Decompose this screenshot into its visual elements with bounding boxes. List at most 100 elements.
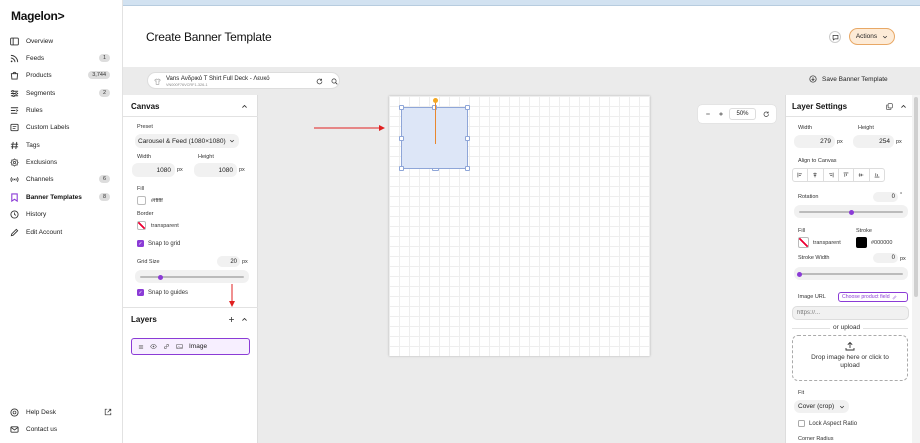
zoom-level[interactable]: 50% bbox=[729, 108, 756, 120]
zoom-out-icon[interactable] bbox=[705, 111, 711, 117]
preview-product-selector[interactable]: Vans Ανδρικό T Shirt Full Deck - Λευκό V… bbox=[147, 72, 340, 89]
drag-handle-icon[interactable] bbox=[138, 344, 144, 350]
editor-workspace[interactable]: 50% bbox=[258, 95, 782, 443]
preset-select[interactable]: Carousel & Feed (1080×1080) bbox=[135, 134, 239, 148]
layer-height-input[interactable]: 254 bbox=[853, 135, 894, 148]
image-layer-icon bbox=[176, 343, 183, 350]
layer-item[interactable]: Image bbox=[131, 338, 250, 355]
layer-width-input[interactable]: 279 bbox=[794, 135, 835, 148]
nav-label: Rules bbox=[26, 106, 43, 114]
actions-button[interactable]: Actions bbox=[849, 28, 895, 45]
segments-icon bbox=[10, 89, 19, 97]
resize-handle[interactable] bbox=[399, 166, 404, 171]
stroke-width-label: Stroke Width bbox=[798, 255, 830, 261]
nav-item-edit-account[interactable]: Edit Account bbox=[10, 225, 114, 239]
resize-handle[interactable] bbox=[465, 166, 470, 171]
layer-width-value: 279 bbox=[820, 138, 831, 145]
align-right-button[interactable] bbox=[824, 169, 839, 181]
selected-image-layer[interactable] bbox=[399, 98, 470, 171]
resize-handle[interactable] bbox=[399, 105, 404, 110]
canvas-height-value: 1080 bbox=[218, 166, 233, 174]
nav-item-help-desk[interactable]: Help Desk bbox=[10, 405, 114, 419]
annotation-arrow-down bbox=[229, 284, 235, 307]
unit-px: px bbox=[896, 139, 902, 145]
nav-item-contact-us[interactable]: Contact us bbox=[10, 422, 114, 436]
external-link-icon bbox=[104, 408, 112, 416]
zoom-in-icon[interactable] bbox=[718, 111, 724, 117]
grid-size-slider-knob[interactable] bbox=[158, 274, 164, 280]
nav-item-tags[interactable]: Tags bbox=[10, 138, 114, 152]
layer-fill-value: transparent bbox=[813, 240, 841, 246]
snap-to-grid-checkbox[interactable]: ✓ bbox=[137, 240, 144, 247]
nav-item-segments[interactable]: Segments 2 bbox=[10, 86, 114, 100]
nav-item-channels[interactable]: Channels 6 bbox=[10, 172, 114, 186]
nav-item-history[interactable]: History bbox=[10, 207, 114, 221]
rotation-input[interactable]: 0 bbox=[873, 192, 898, 202]
refresh-icon[interactable] bbox=[316, 78, 323, 85]
chevron-up-icon[interactable] bbox=[900, 103, 907, 110]
rotation-guide-line bbox=[435, 100, 436, 144]
fit-select[interactable]: Cover (crop) bbox=[794, 400, 849, 413]
scrollbar-thumb[interactable] bbox=[914, 97, 918, 297]
nav-item-banner-templates[interactable]: Banner Templates 8 bbox=[10, 190, 114, 204]
link-icon[interactable] bbox=[163, 343, 170, 350]
canvas-artboard[interactable] bbox=[389, 96, 650, 356]
rotation-handle[interactable] bbox=[433, 98, 438, 103]
align-left-button[interactable] bbox=[793, 169, 809, 181]
stroke-width-slider[interactable] bbox=[799, 273, 903, 275]
image-dropzone[interactable]: Drop image here or click to upload bbox=[792, 335, 908, 381]
reset-zoom-icon[interactable] bbox=[763, 111, 770, 118]
resize-handle[interactable] bbox=[432, 168, 439, 171]
chevron-up-icon[interactable] bbox=[241, 316, 248, 323]
settings-scrollbar[interactable] bbox=[912, 95, 920, 443]
align-top-button[interactable] bbox=[839, 169, 855, 181]
app-logo[interactable]: Magelon> bbox=[11, 9, 65, 23]
grid-size-input[interactable]: 20 bbox=[217, 256, 240, 267]
dropzone-text: Drop image here or click to upload bbox=[811, 354, 889, 369]
resize-handle[interactable] bbox=[465, 136, 470, 141]
unit-px: px bbox=[239, 167, 245, 173]
stroke-color-swatch[interactable] bbox=[856, 237, 867, 248]
stroke-width-slider-knob[interactable] bbox=[796, 271, 802, 277]
stroke-width-input[interactable]: 0 bbox=[873, 253, 898, 263]
custom-labels-icon bbox=[10, 123, 19, 131]
editor-toolbar: Vans Ανδρικό T Shirt Full Deck - Λευκό V… bbox=[123, 67, 920, 95]
add-layer-icon[interactable] bbox=[228, 316, 235, 323]
choose-product-field-button[interactable]: Choose product field bbox=[838, 292, 908, 302]
lock-aspect-checkbox[interactable] bbox=[798, 420, 805, 427]
rotation-slider-knob[interactable] bbox=[848, 209, 854, 215]
chevron-up-icon[interactable] bbox=[241, 103, 248, 110]
save-banner-template-button[interactable]: Save Banner Template bbox=[809, 75, 888, 83]
resize-handle[interactable] bbox=[465, 105, 470, 110]
nav-item-products[interactable]: Products 3,744 bbox=[10, 68, 114, 82]
align-bottom-button[interactable] bbox=[870, 169, 884, 181]
save-label: Save Banner Template bbox=[822, 75, 888, 83]
image-url-input[interactable] bbox=[792, 306, 909, 320]
products-icon bbox=[10, 71, 19, 80]
visibility-eye-icon[interactable] bbox=[150, 343, 157, 350]
preset-value: Carousel & Feed (1080×1080) bbox=[138, 137, 226, 145]
align-center-v-button[interactable] bbox=[854, 169, 870, 181]
nav-item-feeds[interactable]: Feeds 1 bbox=[10, 51, 114, 65]
align-center-h-button[interactable] bbox=[808, 169, 824, 181]
canvas-width-input[interactable]: 1080 bbox=[132, 163, 175, 177]
copy-icon[interactable] bbox=[886, 103, 893, 110]
exclusions-icon bbox=[10, 157, 19, 167]
snap-to-guides-label: Snap to guides bbox=[148, 290, 189, 296]
fill-color-swatch[interactable] bbox=[137, 196, 146, 205]
comments-button[interactable] bbox=[829, 31, 841, 43]
layer-fill-swatch[interactable] bbox=[798, 237, 809, 248]
search-icon[interactable] bbox=[331, 78, 338, 85]
resize-handle[interactable] bbox=[399, 136, 404, 141]
count-badge: 1 bbox=[98, 54, 110, 62]
fit-value: Cover (crop) bbox=[798, 403, 835, 410]
grid-size-slider[interactable] bbox=[140, 276, 244, 278]
nav-item-exclusions[interactable]: Exclusions bbox=[10, 155, 114, 169]
canvas-height-input[interactable]: 1080 bbox=[194, 163, 237, 177]
snap-to-guides-checkbox[interactable]: ✓ bbox=[137, 289, 144, 296]
nav-item-overview[interactable]: Overview bbox=[10, 34, 114, 48]
tags-icon bbox=[10, 141, 19, 149]
nav-item-custom-labels[interactable]: Custom Labels bbox=[10, 120, 114, 134]
border-color-swatch[interactable] bbox=[137, 221, 146, 230]
nav-item-rules[interactable]: Rules bbox=[10, 103, 114, 117]
